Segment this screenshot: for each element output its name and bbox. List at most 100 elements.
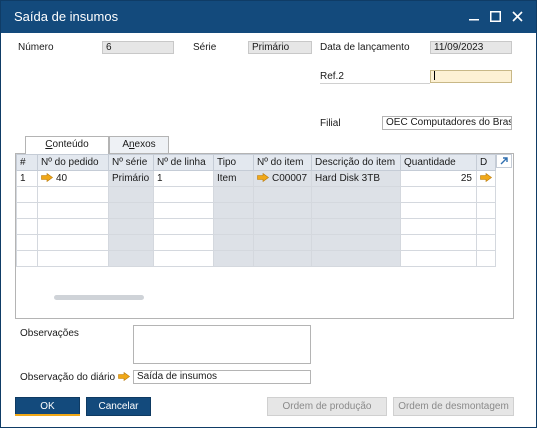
- col-header-item[interactable]: Nº do item: [253, 154, 312, 171]
- serie-label: Série: [193, 42, 217, 53]
- table-row[interactable]: [16, 186, 496, 203]
- grid-header-row: # Nº do pedido Nº série Nº de linha Tipo…: [16, 154, 496, 171]
- disassembly-order-button[interactable]: Ordem de desmontagem: [393, 397, 514, 416]
- cell-item-value: C00007: [272, 173, 308, 184]
- table-row[interactable]: [16, 234, 496, 251]
- title-bar[interactable]: Saída de insumos: [1, 1, 536, 33]
- empty-cell[interactable]: [213, 218, 254, 235]
- minimize-icon: [469, 19, 479, 21]
- cell-serie[interactable]: Primário: [108, 170, 154, 187]
- empty-cell[interactable]: [16, 218, 38, 235]
- obs-diario-field[interactable]: Saída de insumos: [133, 370, 311, 384]
- empty-cell[interactable]: [476, 234, 496, 251]
- cell-linha[interactable]: 1: [153, 170, 214, 187]
- numero-field[interactable]: 6: [102, 41, 174, 54]
- empty-cell[interactable]: [37, 250, 109, 267]
- empty-cell[interactable]: [311, 250, 401, 267]
- empty-cell[interactable]: [108, 202, 154, 219]
- ref2-label: Ref.2: [320, 71, 344, 82]
- obs-diario-label: Observação do diário: [20, 372, 116, 383]
- empty-cell[interactable]: [37, 202, 109, 219]
- observacoes-textarea[interactable]: [133, 325, 311, 364]
- empty-cell[interactable]: [108, 218, 154, 235]
- empty-cell[interactable]: [253, 202, 312, 219]
- ref2-underline: [320, 83, 430, 84]
- empty-cell[interactable]: [153, 234, 214, 251]
- empty-cell[interactable]: [37, 218, 109, 235]
- empty-cell[interactable]: [476, 186, 496, 203]
- table-row[interactable]: [16, 202, 496, 219]
- col-header-index[interactable]: #: [16, 154, 38, 171]
- empty-cell[interactable]: [108, 186, 154, 203]
- empty-cell[interactable]: [400, 202, 477, 219]
- link-arrow-icon: [257, 173, 269, 182]
- empty-cell[interactable]: [253, 234, 312, 251]
- cell-descricao[interactable]: Hard Disk 3TB: [311, 170, 401, 187]
- empty-cell[interactable]: [253, 186, 312, 203]
- col-header-linha[interactable]: Nº de linha: [153, 154, 214, 171]
- close-button[interactable]: [508, 7, 526, 25]
- tab-anexos[interactable]: Anexos: [109, 136, 169, 153]
- empty-cell[interactable]: [16, 250, 38, 267]
- empty-cell[interactable]: [400, 186, 477, 203]
- link-arrow-icon[interactable]: [118, 372, 130, 381]
- empty-cell[interactable]: [37, 234, 109, 251]
- table-row[interactable]: 1 40 Primário 1 Item C00007 Hard Disk 3T…: [16, 170, 496, 187]
- empty-cell[interactable]: [253, 218, 312, 235]
- empty-cell[interactable]: [476, 202, 496, 219]
- col-header-d[interactable]: D: [476, 154, 496, 171]
- production-order-button[interactable]: Ordem de produção: [267, 397, 387, 416]
- cell-quantidade[interactable]: 25: [400, 170, 477, 187]
- empty-cell[interactable]: [108, 234, 154, 251]
- tab-conteudo[interactable]: Conteúdo: [25, 136, 109, 154]
- numero-label: Número: [18, 42, 54, 53]
- expand-grid-button[interactable]: [496, 154, 512, 168]
- ref2-field[interactable]: [430, 70, 512, 83]
- filial-field[interactable]: OEC Computadores do Brasil: [382, 116, 512, 130]
- cancel-button[interactable]: Cancelar: [86, 397, 151, 416]
- empty-cell[interactable]: [153, 186, 214, 203]
- empty-cell[interactable]: [213, 186, 254, 203]
- empty-cell[interactable]: [311, 234, 401, 251]
- empty-cell[interactable]: [311, 218, 401, 235]
- empty-cell[interactable]: [476, 218, 496, 235]
- serie-field[interactable]: Primário: [248, 41, 312, 54]
- cell-index[interactable]: 1: [16, 170, 38, 187]
- table-row[interactable]: [16, 218, 496, 235]
- text-cursor: [434, 71, 435, 80]
- empty-cell[interactable]: [213, 202, 254, 219]
- empty-cell[interactable]: [213, 250, 254, 267]
- data-lancamento-field[interactable]: 11/09/2023: [430, 41, 512, 54]
- empty-cell[interactable]: [400, 250, 477, 267]
- empty-cell[interactable]: [153, 202, 214, 219]
- table-row[interactable]: [16, 250, 496, 267]
- empty-cell[interactable]: [16, 234, 38, 251]
- empty-cell[interactable]: [311, 202, 401, 219]
- minimize-button[interactable]: [465, 7, 483, 25]
- empty-cell[interactable]: [108, 250, 154, 267]
- empty-cell[interactable]: [213, 234, 254, 251]
- empty-cell[interactable]: [37, 186, 109, 203]
- empty-cell[interactable]: [16, 202, 38, 219]
- empty-cell[interactable]: [476, 250, 496, 267]
- col-header-serie[interactable]: Nº série: [108, 154, 154, 171]
- empty-cell[interactable]: [153, 218, 214, 235]
- cell-tipo[interactable]: Item: [213, 170, 254, 187]
- cell-pedido[interactable]: 40: [37, 170, 109, 187]
- empty-cell[interactable]: [153, 250, 214, 267]
- empty-cell[interactable]: [400, 218, 477, 235]
- empty-cell[interactable]: [400, 234, 477, 251]
- empty-cell[interactable]: [16, 186, 38, 203]
- maximize-button[interactable]: [486, 7, 504, 25]
- col-header-quantidade[interactable]: Quantidade: [400, 154, 477, 171]
- cell-item[interactable]: C00007: [253, 170, 312, 187]
- col-header-pedido[interactable]: Nº do pedido: [37, 154, 109, 171]
- col-header-descricao[interactable]: Descrição do item: [311, 154, 401, 171]
- cell-d[interactable]: [476, 170, 496, 187]
- col-header-tipo[interactable]: Tipo: [213, 154, 254, 171]
- empty-cell[interactable]: [253, 250, 312, 267]
- tab-anexos-prefix: A: [122, 139, 129, 150]
- filial-label: Filial: [320, 118, 341, 129]
- horizontal-scrollbar[interactable]: [54, 295, 144, 300]
- empty-cell[interactable]: [311, 186, 401, 203]
